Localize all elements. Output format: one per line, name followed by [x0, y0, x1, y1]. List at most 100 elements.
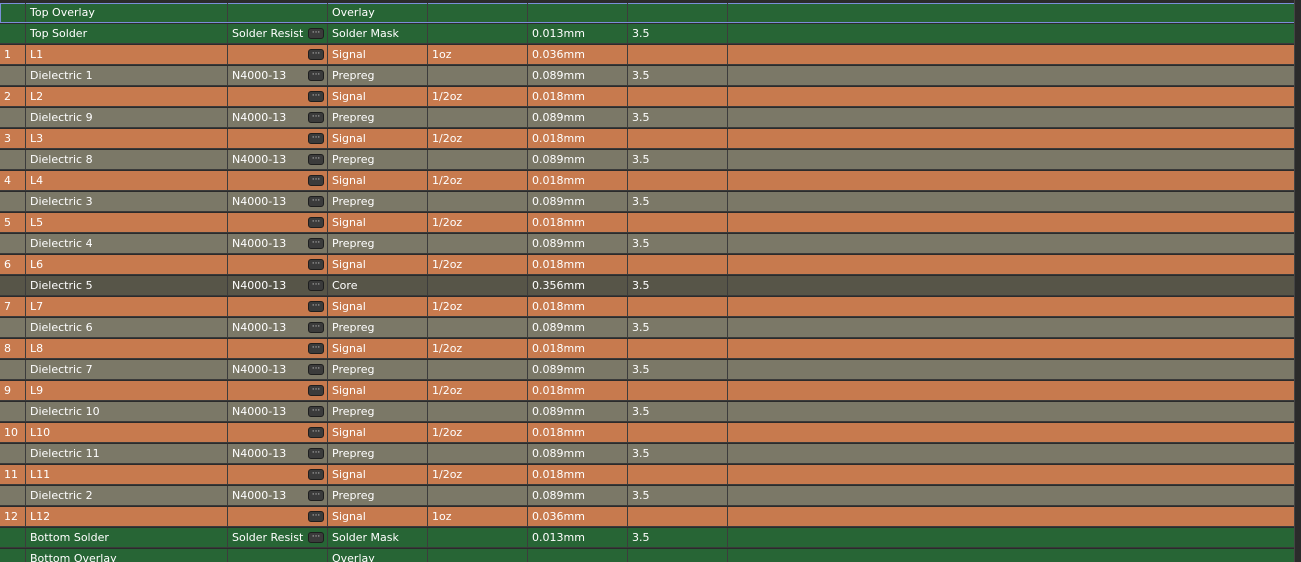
copper-weight-cell[interactable]: [428, 192, 528, 211]
copper-weight-cell[interactable]: 1/2oz: [428, 381, 528, 400]
dielectric-constant-cell[interactable]: [628, 297, 728, 316]
layer-row[interactable]: Bottom Solder Solder Resist ··· Solder Mask…: [0, 528, 1295, 548]
layer-name-cell[interactable]: L3: [26, 129, 228, 148]
material-browse-button[interactable]: ···: [308, 322, 324, 333]
material-cell[interactable]: ···: [228, 297, 328, 316]
copper-weight-cell[interactable]: [428, 528, 528, 547]
layer-type-cell[interactable]: Signal: [328, 381, 428, 400]
layer-name-cell[interactable]: L9: [26, 381, 228, 400]
material-cell[interactable]: N4000-13 ···: [228, 360, 328, 379]
thickness-cell[interactable]: 0.089mm: [528, 192, 628, 211]
dielectric-constant-cell[interactable]: [628, 339, 728, 358]
layer-type-cell[interactable]: Prepreg: [328, 234, 428, 253]
thickness-cell[interactable]: 0.013mm: [528, 24, 628, 43]
dielectric-constant-cell[interactable]: 3.5: [628, 528, 728, 547]
copper-weight-cell[interactable]: [428, 234, 528, 253]
material-cell[interactable]: ···: [228, 465, 328, 484]
thickness-cell[interactable]: 0.018mm: [528, 255, 628, 274]
layer-name-cell[interactable]: Dielectric 4: [26, 234, 228, 253]
layer-row[interactable]: 12 L12 ··· Signal 1oz 0.036mm: [0, 507, 1295, 527]
layer-row[interactable]: Dielectric 7 N4000-13 ··· Prepreg 0.089mm 3.5: [0, 360, 1295, 380]
layer-name-cell[interactable]: L8: [26, 339, 228, 358]
layer-name-cell[interactable]: Dielectric 10: [26, 402, 228, 421]
copper-weight-cell[interactable]: [428, 24, 528, 43]
material-cell[interactable]: ···: [228, 87, 328, 106]
copper-weight-cell[interactable]: 1/2oz: [428, 339, 528, 358]
layer-type-cell[interactable]: Core: [328, 276, 428, 295]
material-browse-button[interactable]: ···: [308, 154, 324, 165]
copper-weight-cell[interactable]: 1/2oz: [428, 297, 528, 316]
layer-row[interactable]: 7 L7 ··· Signal 1/2oz 0.018mm: [0, 297, 1295, 317]
layer-type-cell[interactable]: Prepreg: [328, 486, 428, 505]
dielectric-constant-cell[interactable]: [628, 465, 728, 484]
copper-weight-cell[interactable]: [428, 360, 528, 379]
dielectric-constant-cell[interactable]: 3.5: [628, 444, 728, 463]
material-cell[interactable]: [228, 3, 328, 22]
dielectric-constant-cell[interactable]: [628, 423, 728, 442]
layer-row[interactable]: 11 L11 ··· Signal 1/2oz 0.018mm: [0, 465, 1295, 485]
copper-weight-cell[interactable]: [428, 402, 528, 421]
material-browse-button[interactable]: ···: [308, 28, 324, 39]
layer-name-cell[interactable]: L11: [26, 465, 228, 484]
layer-row[interactable]: Dielectric 10 N4000-13 ··· Prepreg 0.089mm 3.…: [0, 402, 1295, 422]
thickness-cell[interactable]: 0.018mm: [528, 423, 628, 442]
material-cell[interactable]: N4000-13 ···: [228, 150, 328, 169]
thickness-cell[interactable]: 0.018mm: [528, 297, 628, 316]
material-cell[interactable]: Solder Resist ···: [228, 24, 328, 43]
thickness-cell[interactable]: 0.089mm: [528, 318, 628, 337]
thickness-cell[interactable]: 0.018mm: [528, 213, 628, 232]
layer-row[interactable]: 5 L5 ··· Signal 1/2oz 0.018mm: [0, 213, 1295, 233]
layer-type-cell[interactable]: Signal: [328, 213, 428, 232]
layer-type-cell[interactable]: Prepreg: [328, 150, 428, 169]
layer-name-cell[interactable]: Dielectric 11: [26, 444, 228, 463]
material-browse-button[interactable]: ···: [308, 448, 324, 459]
material-browse-button[interactable]: ···: [308, 406, 324, 417]
layer-type-cell[interactable]: Signal: [328, 45, 428, 64]
layer-type-cell[interactable]: Prepreg: [328, 108, 428, 127]
layer-name-cell[interactable]: Top Solder: [26, 24, 228, 43]
material-cell[interactable]: ···: [228, 423, 328, 442]
vertical-scrollbar[interactable]: [1294, 0, 1301, 562]
copper-weight-cell[interactable]: [428, 318, 528, 337]
layer-row[interactable]: Dielectric 11 N4000-13 ··· Prepreg 0.089mm 3.…: [0, 444, 1295, 464]
thickness-cell[interactable]: 0.089mm: [528, 234, 628, 253]
thickness-cell[interactable]: 0.018mm: [528, 171, 628, 190]
thickness-cell[interactable]: 0.089mm: [528, 66, 628, 85]
copper-weight-cell[interactable]: 1oz: [428, 45, 528, 64]
material-cell[interactable]: N4000-13 ···: [228, 192, 328, 211]
thickness-cell[interactable]: 0.089mm: [528, 360, 628, 379]
copper-weight-cell[interactable]: [428, 3, 528, 22]
dielectric-constant-cell[interactable]: 3.5: [628, 360, 728, 379]
thickness-cell[interactable]: 0.018mm: [528, 129, 628, 148]
layer-name-cell[interactable]: Dielectric 8: [26, 150, 228, 169]
copper-weight-cell[interactable]: 1/2oz: [428, 213, 528, 232]
thickness-cell[interactable]: 0.018mm: [528, 381, 628, 400]
layer-row[interactable]: 2 L2 ··· Signal 1/2oz 0.018mm: [0, 87, 1295, 107]
layer-name-cell[interactable]: L6: [26, 255, 228, 274]
copper-weight-cell[interactable]: [428, 444, 528, 463]
material-cell[interactable]: N4000-13 ···: [228, 444, 328, 463]
dielectric-constant-cell[interactable]: 3.5: [628, 318, 728, 337]
dielectric-constant-cell[interactable]: 3.5: [628, 234, 728, 253]
copper-weight-cell[interactable]: [428, 276, 528, 295]
thickness-cell[interactable]: 0.013mm: [528, 528, 628, 547]
layer-row[interactable]: 8 L8 ··· Signal 1/2oz 0.018mm: [0, 339, 1295, 359]
layer-name-cell[interactable]: L7: [26, 297, 228, 316]
thickness-cell[interactable]: [528, 549, 628, 562]
dielectric-constant-cell[interactable]: [628, 3, 728, 22]
thickness-cell[interactable]: 0.089mm: [528, 486, 628, 505]
copper-weight-cell[interactable]: 1/2oz: [428, 255, 528, 274]
layer-type-cell[interactable]: Signal: [328, 423, 428, 442]
layer-type-cell[interactable]: Prepreg: [328, 402, 428, 421]
material-cell[interactable]: N4000-13 ···: [228, 486, 328, 505]
material-browse-button[interactable]: ···: [308, 490, 324, 501]
dielectric-constant-cell[interactable]: 3.5: [628, 108, 728, 127]
layer-name-cell[interactable]: Dielectric 2: [26, 486, 228, 505]
material-cell[interactable]: ···: [228, 171, 328, 190]
material-browse-button[interactable]: ···: [308, 532, 324, 543]
layer-row[interactable]: 6 L6 ··· Signal 1/2oz 0.018mm: [0, 255, 1295, 275]
copper-weight-cell[interactable]: 1/2oz: [428, 87, 528, 106]
material-browse-button[interactable]: ···: [308, 70, 324, 81]
material-cell[interactable]: ···: [228, 381, 328, 400]
material-browse-button[interactable]: ···: [308, 427, 324, 438]
